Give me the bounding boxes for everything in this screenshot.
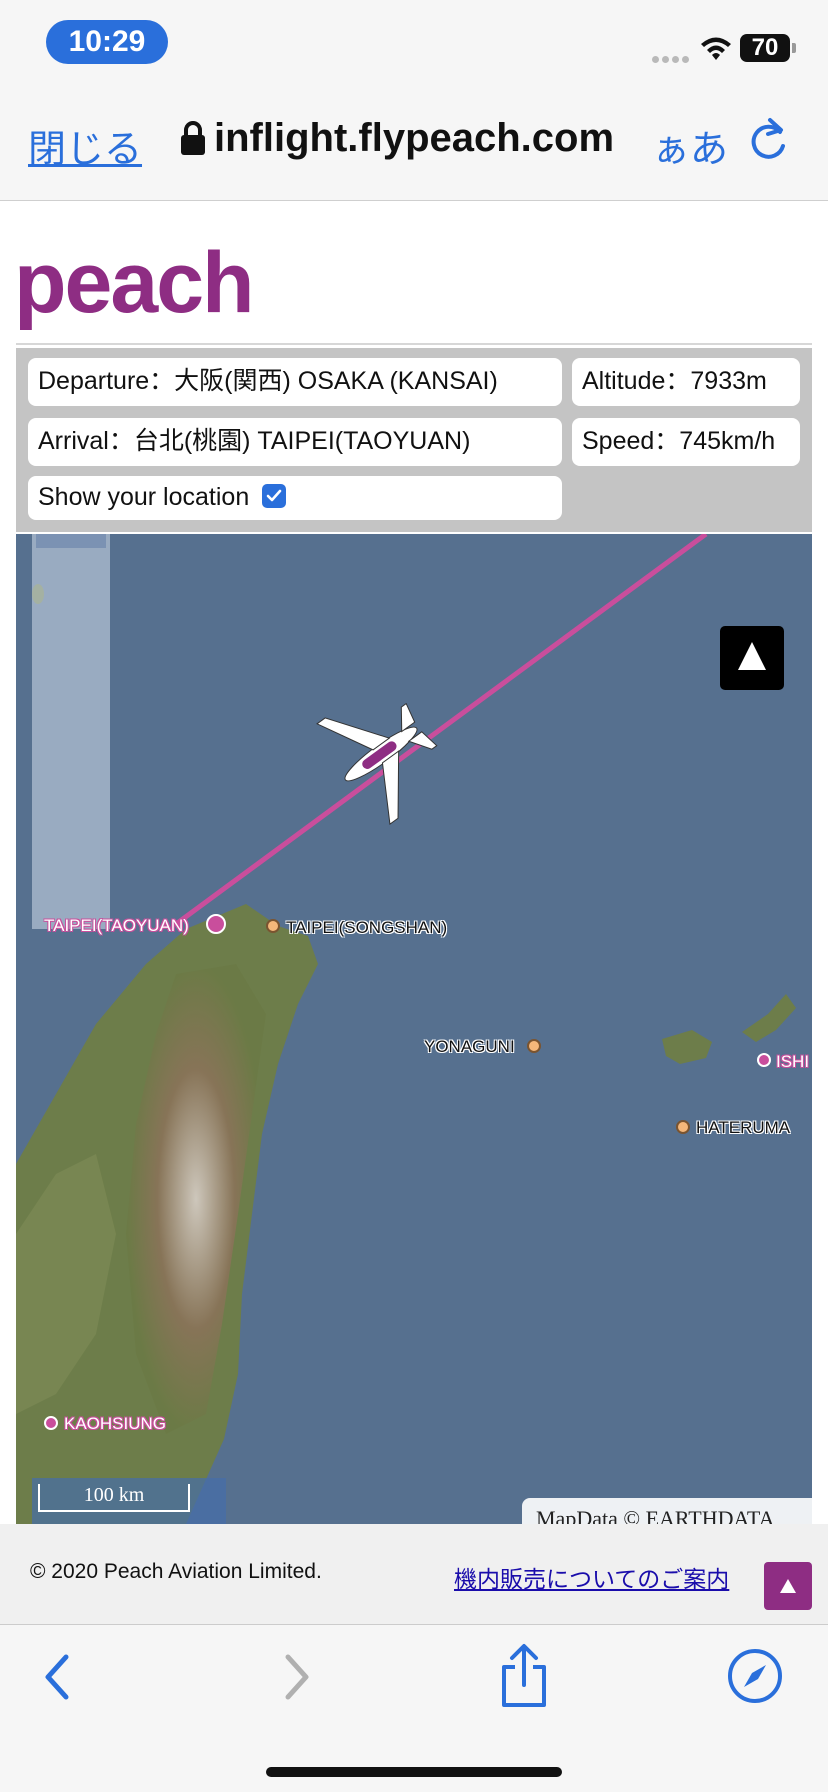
up-arrow-icon xyxy=(780,1579,796,1593)
map-side-panel-tab[interactable] xyxy=(36,534,106,548)
hateruma-marker[interactable] xyxy=(676,1120,690,1134)
home-indicator xyxy=(266,1767,562,1777)
flight-route-line xyxy=(174,534,708,927)
url-field[interactable]: inflight.flypeach.com xyxy=(214,116,614,161)
ishigaki-label: ISHI xyxy=(776,1052,810,1071)
copyright-text: © 2020 Peach Aviation Limited. xyxy=(30,1560,322,1583)
map-terrain xyxy=(16,534,796,1524)
show-location-checkbox[interactable] xyxy=(262,484,287,509)
scroll-top-button[interactable] xyxy=(764,1562,812,1610)
browser-bottom-toolbar xyxy=(0,1625,828,1792)
show-location-row[interactable]: Show your location xyxy=(28,476,562,520)
map-scale: 100 km xyxy=(32,1478,226,1524)
speed-info: Speed：745km/h xyxy=(572,418,800,466)
map-attribution: MapData © EARTHDATA xyxy=(522,1498,812,1524)
iriomote-island xyxy=(662,1030,712,1064)
flight-map[interactable]: TAIPEI(TAOYUAN) TAIPEI(SONGSHAN) YONAGUN… xyxy=(16,534,812,1524)
forward-icon[interactable] xyxy=(276,1649,316,1705)
share-icon[interactable] xyxy=(498,1643,550,1709)
divider xyxy=(16,343,812,345)
checkmark-icon xyxy=(266,490,282,502)
browser-toolbar: 閉じる inflight.flypeach.com ぁあ xyxy=(0,90,828,201)
departure-info: Departure：大阪(関西) OSAKA (KANSAI) xyxy=(28,358,562,406)
reload-icon[interactable] xyxy=(746,116,790,164)
status-bar: 10:29 70 xyxy=(0,0,828,90)
map-orientation-button[interactable] xyxy=(720,626,784,690)
taoyuan-marker[interactable] xyxy=(206,914,226,934)
yonaguni-marker[interactable] xyxy=(527,1039,541,1053)
wifi-icon xyxy=(701,37,731,60)
yonaguni-label: YONAGUNI xyxy=(424,1037,515,1056)
kaohsiung-label: KAOHSIUNG xyxy=(64,1414,167,1433)
close-button[interactable]: 閉じる xyxy=(28,118,142,173)
status-time: 10:29 xyxy=(46,20,168,64)
taoyuan-label: TAIPEI(TAOYUAN) xyxy=(44,916,189,935)
compass-icon[interactable] xyxy=(726,1647,784,1705)
inflight-sales-link[interactable]: 機内販売についてのご案内 xyxy=(454,1560,729,1594)
lock-icon xyxy=(181,121,205,155)
ishigaki-marker[interactable] xyxy=(757,1053,771,1067)
text-size-button[interactable]: ぁあ xyxy=(652,118,728,173)
battery-icon: 70 xyxy=(740,34,790,62)
altitude-info: Altitude：7933m xyxy=(572,358,800,406)
battery-tip xyxy=(792,43,796,53)
kaohsiung-marker[interactable] xyxy=(44,1416,58,1430)
peach-logo: peach xyxy=(14,235,255,331)
north-arrow-icon xyxy=(738,642,766,670)
arrival-info: Arrival：台北(桃園) TAIPEI(TAOYUAN) xyxy=(28,418,562,466)
cellular-signal-icon xyxy=(652,50,692,68)
hateruma-label: HATERUMA xyxy=(696,1118,791,1137)
map-side-panel xyxy=(32,534,110,929)
songshan-marker[interactable] xyxy=(266,919,280,933)
back-icon[interactable] xyxy=(38,1649,78,1705)
show-location-label: Show your location xyxy=(38,483,250,511)
flight-info-panel: Departure：大阪(関西) OSAKA (KANSAI) Altitude… xyxy=(16,348,812,532)
scale-label: 100 km xyxy=(38,1484,190,1512)
page-footer: © 2020 Peach Aviation Limited. 機内販売についての… xyxy=(0,1524,828,1625)
songshan-label: TAIPEI(SONGSHAN) xyxy=(286,918,448,937)
ishigaki-island xyxy=(742,994,796,1042)
